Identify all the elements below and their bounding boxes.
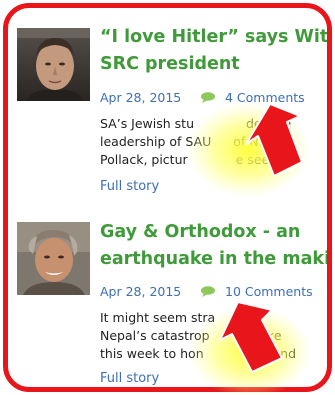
article-excerpt: SA’s Jewish stu der the leadership of SAU… (100, 116, 296, 167)
full-story-link[interactable]: Full story (100, 179, 159, 194)
article-meta: Apr 28, 2015 10 Comments (100, 284, 325, 302)
speech-bubble-icon (200, 285, 216, 300)
speech-bubble-icon (200, 91, 216, 106)
article-headline[interactable]: “I love Hitler” says Wits SRC president (100, 24, 327, 78)
comments-count: 4 Comments (225, 90, 305, 105)
article-date: Apr 28, 2015 (100, 90, 182, 105)
article-date: Apr 28, 2015 (100, 284, 182, 299)
article-thumbnail[interactable] (17, 222, 90, 295)
article-excerpt: It might seem stra link Nepal’s catastrop… (100, 310, 297, 361)
article-meta: Apr 28, 2015 4 Comments (100, 90, 325, 108)
portrait-young-man-image (17, 28, 90, 101)
article-headline[interactable]: Gay & Orthodox - an earthquake in the ma… (100, 219, 327, 273)
comments-count: 10 Comments (225, 284, 313, 299)
article-thumbnail[interactable] (17, 28, 90, 101)
comments-link[interactable]: 4 Comments (200, 90, 305, 106)
comments-link[interactable]: 10 Comments (200, 284, 313, 300)
article-list-frame: “I love Hitler” says Wits SRC president … (3, 3, 332, 392)
portrait-grey-haired-man-image (17, 222, 90, 295)
full-story-link[interactable]: Full story (100, 371, 159, 386)
